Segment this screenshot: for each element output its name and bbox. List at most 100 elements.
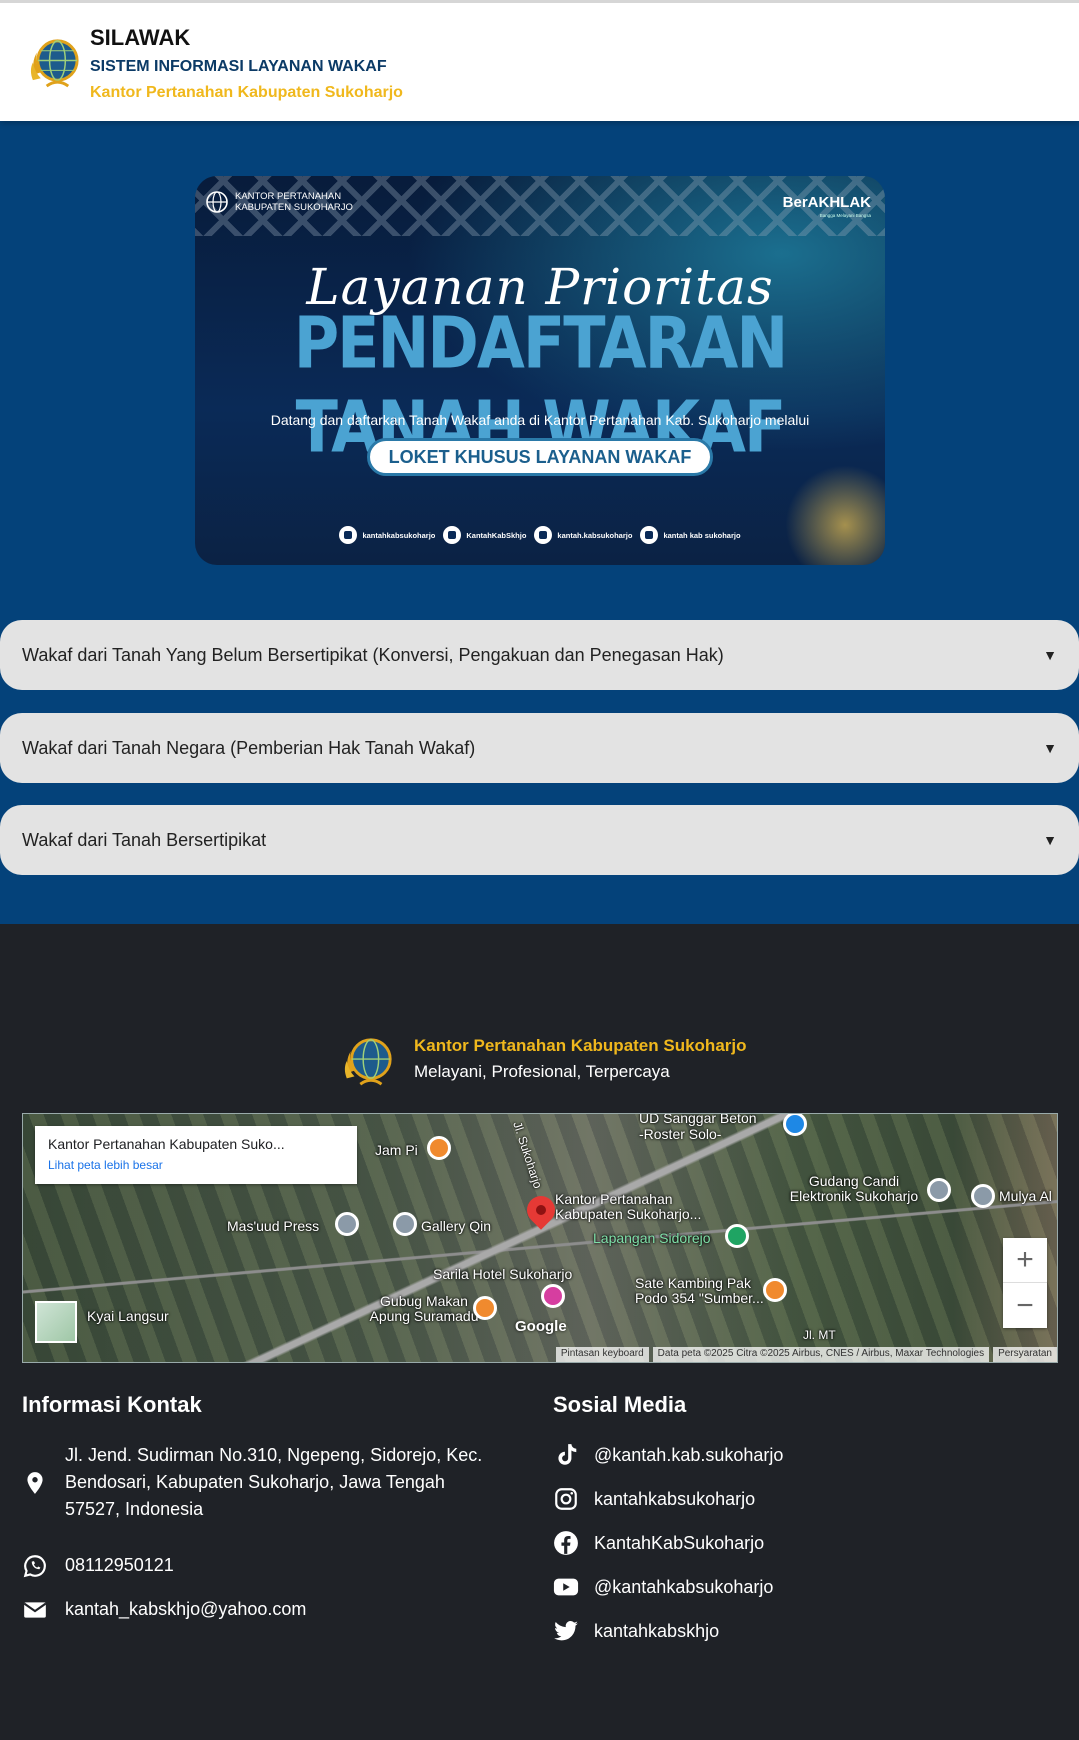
app-subtitle: SISTEM INFORMASI LAYANAN WAKAF	[90, 58, 387, 75]
map-label-jampi: Jam Pi	[375, 1142, 418, 1158]
map-label-gallery: Gallery Qin	[421, 1218, 492, 1234]
place-pin-icon[interactable]	[393, 1212, 417, 1236]
banner-org-line2: KABUPATEN SUKOHARJO	[235, 202, 353, 213]
social-instagram[interactable]: kantahkabsukoharjo	[553, 1486, 755, 1512]
contact-email-text[interactable]: kantah_kabskhjo@yahoo.com	[65, 1596, 306, 1623]
banner-social-tiktok: kantah.kabsukoharjo	[534, 526, 632, 544]
tiktok-icon	[534, 526, 553, 544]
site-footer: Kantor Pertanahan Kabupaten Sukoharjo Me…	[0, 924, 1079, 1740]
youtube-icon	[553, 1578, 579, 1596]
facebook-icon	[554, 1531, 578, 1555]
banner-social-handle: kantahkabsukoharjo	[362, 530, 436, 540]
berakhlak-badge-sub: Bangga Melayani Bangsa	[819, 213, 871, 218]
social-twitter-handle: kantahkabskhjo	[594, 1620, 720, 1641]
chevron-down-icon: ▼	[1043, 647, 1057, 663]
place-pin-icon[interactable]	[927, 1178, 951, 1202]
accordion-label: Wakaf dari Tanah Negara (Pemberian Hak T…	[22, 737, 476, 758]
banner-pill: LOKET KHUSUS LAYANAN WAKAF	[367, 438, 713, 476]
footer-tagline: Melayani, Profesional, Terpercaya	[414, 1062, 670, 1081]
map-label-sate: Sate Kambing Pak Podo 354 "Sumber...	[635, 1275, 764, 1306]
social-facebook[interactable]: KantahKabSukoharjo	[553, 1530, 764, 1556]
map-data-credit: Data peta ©2025 Citra ©2025 Airbus, CNES…	[652, 1347, 990, 1362]
chevron-down-icon: ▼	[1043, 832, 1057, 848]
contact-phone-text[interactable]: 08112950121	[65, 1552, 174, 1579]
zoom-out-button[interactable]: −	[1003, 1283, 1047, 1328]
bpn-logo-icon	[206, 191, 228, 213]
contact-heading: Informasi Kontak	[22, 1392, 202, 1417]
envelope-icon	[23, 1601, 47, 1618]
banner-social-x: KantahKabSkhjo	[443, 526, 526, 544]
banner-social-handle: kantah.kabsukoharjo	[557, 530, 633, 540]
accordion-unregistered-land[interactable]: Wakaf dari Tanah Yang Belum Bersertipika…	[0, 620, 1079, 690]
social-tiktok[interactable]: @kantah.kab.sukoharjo	[553, 1442, 783, 1468]
google-logo: Google	[515, 1318, 567, 1335]
map-label-lapangan: Lapangan Sidorejo	[593, 1230, 711, 1246]
accordion-label: Wakaf dari Tanah Yang Belum Bersertipika…	[22, 644, 724, 665]
banner-description: Datang dan daftarkan Tanah Wakaf anda di…	[270, 412, 810, 428]
contact-email: kantah_kabskhjo@yahoo.com	[22, 1596, 306, 1623]
map-label-road: Jl. Sukoharjo	[510, 1119, 546, 1191]
zoom-in-button[interactable]: +	[1003, 1238, 1047, 1283]
berakhlak-badge: BerAKHLAK	[782, 194, 871, 211]
map-label-mulya: Mulya Al	[999, 1188, 1052, 1204]
banner-org: KANTOR PERTANAHAN KABUPATEN SUKOHARJO	[205, 190, 353, 214]
map-label-sanggar: UD Sanggar Beton -Roster Solo-	[639, 1113, 757, 1142]
youtube-icon	[640, 526, 659, 544]
accordion-certified-land[interactable]: Wakaf dari Tanah Bersertipikat ▼	[0, 805, 1079, 875]
terms-link[interactable]: Persyaratan	[993, 1347, 1057, 1362]
contact-address-text: Jl. Jend. Sudirman No.310, Ngepeng, Sido…	[65, 1445, 483, 1519]
store-pin-icon[interactable]	[783, 1114, 807, 1136]
x-icon	[443, 526, 462, 544]
restaurant-pin-icon[interactable]	[473, 1296, 497, 1320]
chevron-down-icon: ▼	[1043, 740, 1057, 756]
footer-office-name: Kantor Pertanahan Kabupaten Sukoharjo	[414, 1036, 747, 1055]
banner-social-handle: kantah kab sukoharjo	[663, 530, 741, 540]
map-label-gudang: Gudang Candi Elektronik Sukoharjo	[789, 1173, 919, 1204]
social-facebook-handle: KantahKabSukoharjo	[594, 1532, 765, 1553]
contact-address: Jl. Jend. Sudirman No.310, Ngepeng, Sido…	[22, 1442, 502, 1523]
map-layer-toggle[interactable]	[35, 1301, 77, 1343]
instagram-icon	[339, 526, 358, 544]
bpn-globe-logo	[30, 39, 79, 88]
tiktok-icon	[558, 1444, 577, 1465]
whatsapp-icon	[23, 1554, 46, 1577]
map-label-masuud: Mas'uud Press	[227, 1218, 320, 1234]
office-name: Kantor Pertanahan Kabupaten Sukoharjo	[90, 84, 403, 101]
social-instagram-handle: kantahkabsukoharjo	[594, 1488, 756, 1509]
twitter-bird-icon	[554, 1621, 578, 1641]
hotel-pin-icon[interactable]	[541, 1284, 565, 1308]
map-label-kantor: Kantor Pertanahan Kabupaten Sukoharjo...	[555, 1191, 702, 1222]
social-twitter[interactable]: kantahkabskhjo	[553, 1618, 719, 1644]
map-label-kyai: Kyai Langsur	[87, 1308, 169, 1324]
view-larger-map-link[interactable]: Lihat peta lebih besar	[48, 1158, 344, 1172]
accordion-label: Wakaf dari Tanah Bersertipikat	[22, 829, 267, 850]
map-label-gubug: Gubug Makan Apung Suramadu	[369, 1293, 479, 1324]
social-youtube[interactable]: @kantahkabsukoharjo	[553, 1574, 773, 1600]
park-pin-icon[interactable]	[725, 1224, 749, 1248]
map-zoom-controls: + −	[1003, 1238, 1047, 1328]
location-pin-icon	[27, 1471, 43, 1494]
restaurant-pin-icon[interactable]	[763, 1278, 787, 1302]
map-place-card: Kantor Pertanahan Kabupaten Suko... Liha…	[35, 1126, 357, 1184]
promo-banner: KANTOR PERTANAHAN KABUPATEN SUKOHARJO Be…	[195, 176, 885, 565]
accordion-state-land[interactable]: Wakaf dari Tanah Negara (Pemberian Hak T…	[0, 713, 1079, 783]
social-heading: Sosial Media	[553, 1392, 687, 1417]
social-youtube-handle: @kantahkabsukoharjo	[594, 1576, 774, 1597]
map-label-jlmt: Jl. MT	[803, 1328, 836, 1342]
keyboard-shortcuts-link[interactable]: Pintasan keyboard	[555, 1347, 649, 1362]
site-header: SILAWAK SISTEM INFORMASI LAYANAN WAKAF K…	[0, 0, 1079, 121]
place-pin-icon[interactable]	[971, 1184, 995, 1208]
social-tiktok-handle: @kantah.kab.sukoharjo	[594, 1444, 784, 1465]
cafe-pin-icon[interactable]	[427, 1136, 451, 1160]
banner-socials: kantahkabsukoharjo KantahKabSkhjo kantah…	[195, 526, 885, 544]
embedded-map[interactable]: Kantor Pertanahan Kabupaten Suko... Liha…	[22, 1113, 1058, 1363]
place-pin-icon[interactable]	[335, 1212, 359, 1236]
banner-org-line1: KANTOR PERTANAHAN	[235, 191, 342, 202]
map-label-sarila: Sarila Hotel Sukoharjo	[433, 1266, 573, 1282]
contact-phone: 08112950121	[22, 1552, 174, 1579]
map-place-title: Kantor Pertanahan Kabupaten Suko...	[48, 1136, 285, 1152]
bpn-globe-logo	[344, 1038, 392, 1086]
banner-social-instagram: kantahkabsukoharjo	[339, 526, 435, 544]
banner-social-handle: KantahKabSkhjo	[466, 530, 527, 540]
app-title: SILAWAK	[90, 25, 191, 50]
